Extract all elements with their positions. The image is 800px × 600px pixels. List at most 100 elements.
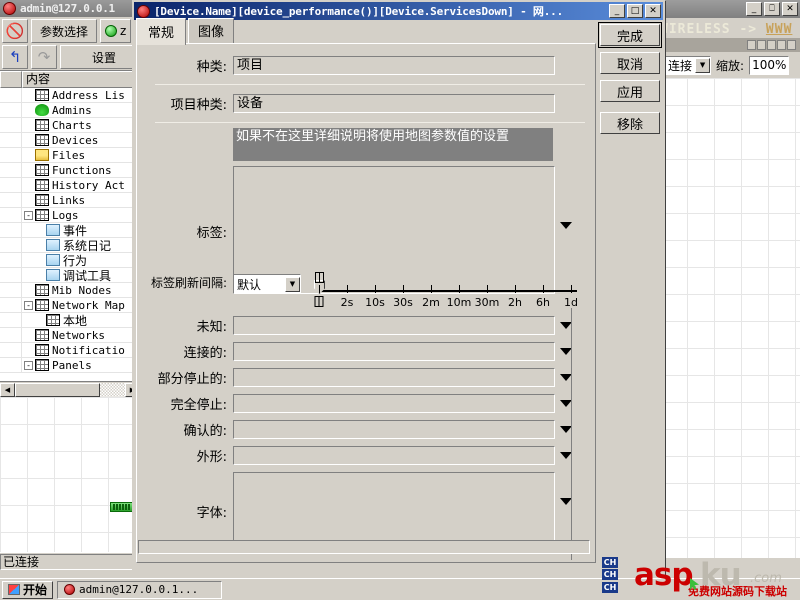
zoom-input[interactable]: 100% <box>749 55 790 75</box>
scrollbar-thumb[interactable] <box>15 382 100 397</box>
background-window-wireless[interactable]: _ ⎕ ✕ WIRELESS -> WWW 连接 ▼ 缩放: 100% <box>660 0 800 578</box>
refresh-interval-select[interactable]: 默认 ▼ <box>233 274 301 294</box>
remove-button[interactable]: 移除 <box>600 112 660 134</box>
slider-tick <box>319 285 320 293</box>
dialog-tabs[interactable]: 常规 图像 <box>136 18 596 45</box>
taskbar-item-admin[interactable]: admin@127.0.0.1... <box>57 580 223 599</box>
unknown-dropdown-arrow[interactable] <box>555 316 577 335</box>
category-input[interactable]: 项目 <box>233 56 555 75</box>
apply-button[interactable]: 应用 <box>600 80 660 102</box>
scrollbar-track[interactable] <box>100 382 125 397</box>
start-button[interactable]: 开始 <box>2 580 54 599</box>
deny-icon[interactable]: 🚫 <box>2 19 28 43</box>
restore-icon[interactable]: ⎕ <box>764 2 780 16</box>
wireless-map-canvas[interactable] <box>660 78 800 558</box>
maximize-icon[interactable]: □ <box>627 4 643 18</box>
tree-row[interactable]: History Act <box>0 177 140 193</box>
tree-row[interactable]: Files <box>0 147 140 163</box>
wireless-window-titlebar[interactable]: _ ⎕ ✕ <box>660 0 800 18</box>
tree-column-gutter[interactable] <box>0 71 22 88</box>
tree-row-label: Charts <box>52 118 92 132</box>
slider-tick-label: 6h <box>536 296 550 309</box>
tree-list[interactable]: Address Lis Admins Charts Devices Files Funct… <box>0 88 140 381</box>
tree-row[interactable]: Notificatio <box>0 342 140 358</box>
tree-expander-icon[interactable]: - <box>24 210 33 220</box>
slider-tick <box>515 285 516 293</box>
tree-row[interactable]: Mib Nodes <box>0 282 140 298</box>
wireless-toolbar-buttons[interactable] <box>747 40 796 50</box>
label-dropdown-arrow[interactable] <box>555 166 577 229</box>
minimize-icon[interactable]: _ <box>609 4 625 18</box>
partially-stopped-input[interactable] <box>233 368 555 387</box>
fully-stopped-dropdown-arrow[interactable] <box>555 394 577 413</box>
tree-row[interactable]: Address Lis <box>0 88 140 103</box>
dialog-body: 种类: 项目 项目种类: 设备 如果不在这里详细说明将使用地图参数值的设置 标签… <box>136 43 596 563</box>
tree-column-content[interactable]: 内容 <box>22 71 140 88</box>
tab-general[interactable]: 常规 <box>136 18 187 45</box>
connected-dropdown-arrow[interactable] <box>555 342 577 361</box>
chevron-down-icon[interactable]: ▼ <box>285 276 300 292</box>
toolbar-icon-5[interactable] <box>787 40 796 50</box>
unknown-input[interactable] <box>233 316 555 335</box>
acknowledged-dropdown-arrow[interactable] <box>555 420 577 439</box>
fully-stopped-input[interactable] <box>233 394 555 413</box>
tree-row[interactable]: Devices <box>0 132 140 148</box>
tree-row[interactable]: Functions <box>0 162 140 178</box>
connect-select[interactable]: 连接 ▼ <box>664 55 712 75</box>
connection-status-button[interactable]: z <box>100 19 132 43</box>
map-canvas[interactable] <box>0 397 140 552</box>
tree-horizontal-scrollbar[interactable]: ◀ ▶ <box>0 381 140 397</box>
tree-row[interactable]: 调试工具 <box>0 267 140 283</box>
font-dropdown-arrow[interactable] <box>555 472 577 505</box>
slider-track[interactable] <box>319 290 577 292</box>
minimize-icon[interactable]: _ <box>746 2 762 16</box>
dialog-window-controls[interactable]: _ □ ✕ <box>609 4 663 18</box>
main-window-title: admin@127.0.0.1 <box>20 2 115 15</box>
wireless-window-controls[interactable]: _ ⎕ ✕ <box>746 2 798 16</box>
start-button-label: 开始 <box>23 583 48 597</box>
undo-icon[interactable]: ↰ <box>2 45 28 69</box>
refresh-interval-value: 默认 <box>237 277 262 292</box>
tree-row[interactable]: Charts <box>0 117 140 133</box>
table-icon <box>35 359 49 371</box>
wireless-toolbar[interactable] <box>660 38 800 52</box>
toolbar-icon-2[interactable] <box>757 40 766 50</box>
cancel-button[interactable]: 取消 <box>600 52 660 74</box>
finish-button[interactable]: 完成 <box>598 22 662 48</box>
params-select-button[interactable]: 参数选择 <box>31 19 98 43</box>
refresh-interval-slider[interactable]: 2s 10s 30s 2m 10m 30m 2h 6h 1d <box>305 272 583 318</box>
toolbar-icon-4[interactable] <box>777 40 786 50</box>
tree-row-label: 调试工具 <box>63 268 112 283</box>
font-input[interactable] <box>233 472 555 544</box>
tree-row-gutter <box>0 357 22 373</box>
tab-image[interactable]: 图像 <box>188 18 235 43</box>
tree-row-gutter <box>0 252 22 268</box>
tree-row[interactable]: Links <box>0 192 140 208</box>
slider-tick-label: 2h <box>508 296 522 309</box>
tree-row[interactable]: Networks <box>0 327 140 343</box>
toolbar-icon-3[interactable] <box>767 40 776 50</box>
wireless-caption-link[interactable]: WWW <box>766 22 792 37</box>
connected-input[interactable] <box>233 342 555 361</box>
dialog-title: [Device.Name][device_performance()][Devi… <box>154 5 563 18</box>
item-type-input[interactable]: 设备 <box>233 94 555 113</box>
scroll-left-icon[interactable]: ◀ <box>0 382 15 397</box>
chevron-down-icon[interactable]: ▼ <box>695 57 711 73</box>
acknowledged-input[interactable] <box>233 420 555 439</box>
slider-tick-label: 2m <box>422 296 440 309</box>
close-icon[interactable]: ✕ <box>645 4 661 18</box>
tree-row-gutter <box>0 207 22 223</box>
tree-row[interactable]: 本地 <box>0 312 140 328</box>
partially-stopped-dropdown-arrow[interactable] <box>555 368 577 387</box>
shape-input[interactable] <box>233 446 555 465</box>
tree-row[interactable]: Admins <box>0 102 140 118</box>
toolbar-icon-1[interactable] <box>747 40 756 50</box>
table-icon <box>35 119 49 131</box>
tree-row[interactable]: - Panels <box>0 357 140 373</box>
shape-dropdown-arrow[interactable] <box>555 446 577 465</box>
refresh-interval-label: 标签刷新间隔: <box>150 276 227 290</box>
close-icon[interactable]: ✕ <box>782 2 798 16</box>
tree-expander-icon[interactable]: - <box>24 300 33 310</box>
tree-expander-icon[interactable]: - <box>24 360 33 370</box>
tree-row-gutter <box>0 267 22 283</box>
